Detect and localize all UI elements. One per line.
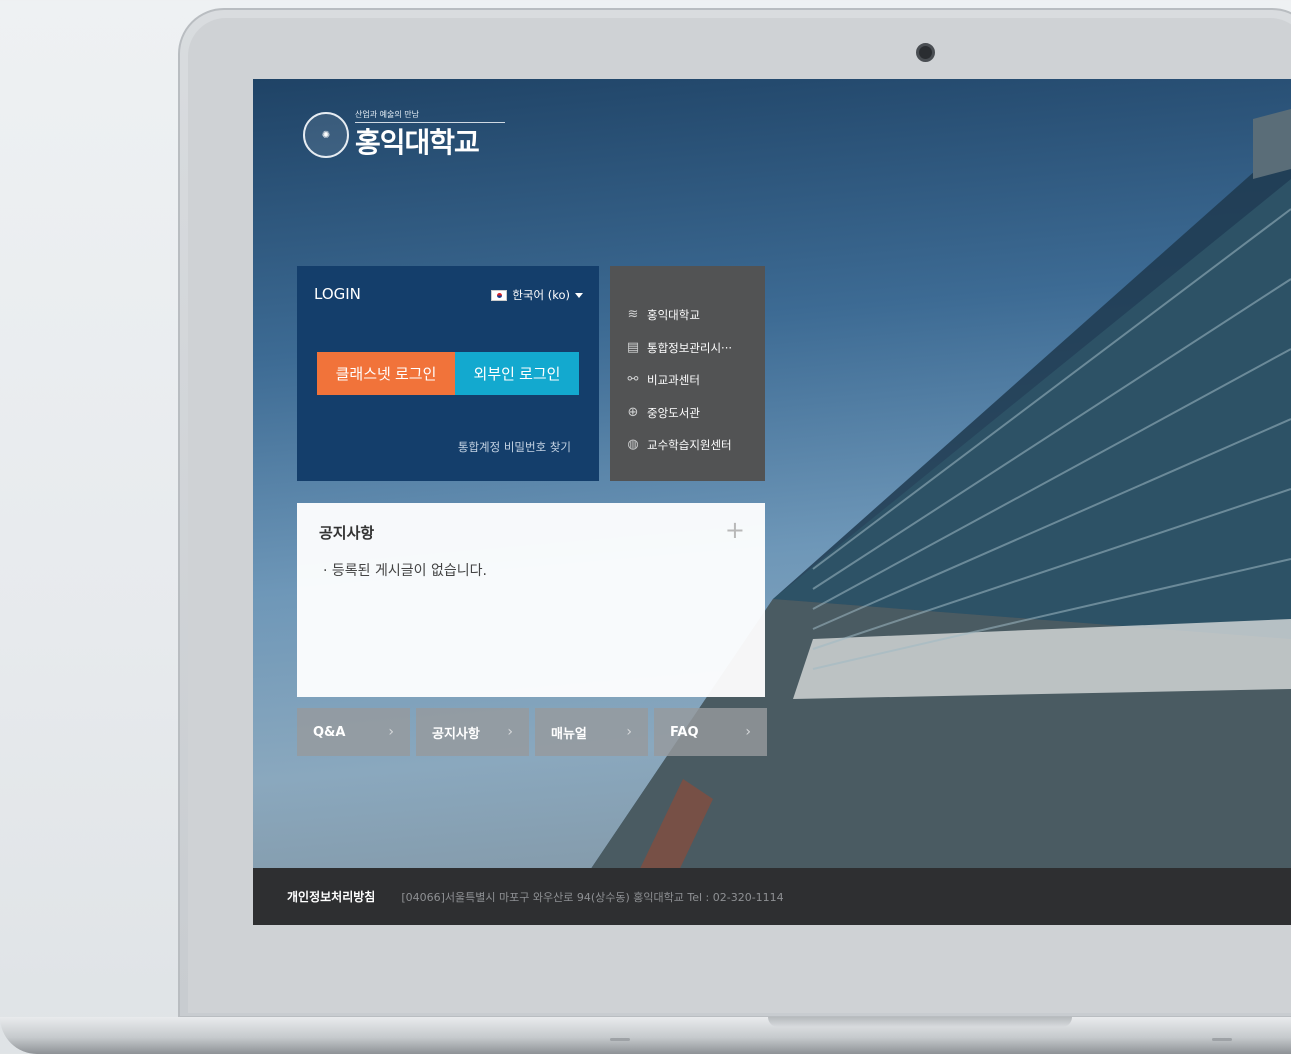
caret-down-icon (575, 292, 583, 298)
notice-panel: 공지사항 + · 등록된 게시글이 없습니다. (297, 503, 765, 697)
faq-label: FAQ (670, 724, 699, 740)
chevron-right-icon: › (507, 724, 513, 740)
chevron-right-icon: › (388, 724, 394, 740)
notice-empty-message: · 등록된 게시글이 없습니다. (323, 563, 487, 579)
quick-link-hongik[interactable]: ≋ 홍익대학교 (625, 299, 765, 332)
plus-icon[interactable]: + (725, 518, 745, 542)
laptop-base (0, 1017, 1291, 1054)
find-password-link[interactable]: 통합계정 비밀번호 찾기 (458, 439, 571, 455)
notice-button[interactable]: 공지사항 › (416, 708, 529, 756)
footer: 개인정보처리방침 [04066]서울특별시 마포구 와우산로 94(상수동) 홍… (253, 868, 1291, 925)
qna-label: Q&A (313, 724, 346, 740)
screen: ✺ 산업과 예술의 만남 홍익대학교 LOGIN 한국어 (ko) 클래스넷 로… (253, 79, 1291, 925)
globe-icon: ◍ (627, 437, 639, 453)
login-title: LOGIN (314, 285, 361, 303)
laptop-foot (610, 1038, 630, 1041)
quick-link-info-system[interactable]: ▤ 통합정보관리시··· (625, 332, 765, 365)
laptop-hinge (768, 1017, 1072, 1027)
privacy-policy-link[interactable]: 개인정보처리방침 (287, 888, 375, 905)
quick-link-library[interactable]: ⊕ 중앙도서관 (625, 397, 765, 430)
quick-link-teaching-center[interactable]: ◍ 교수학습지원센터 (625, 429, 765, 462)
notice-label: 공지사항 (432, 726, 480, 742)
language-label: 한국어 (ko) (512, 288, 570, 302)
korea-flag-icon (491, 289, 508, 301)
quick-link-label: 중앙도서관 (647, 405, 700, 420)
faq-button[interactable]: FAQ › (654, 708, 767, 756)
logo-name: 홍익대학교 (355, 126, 480, 159)
quick-link-extracurricular[interactable]: ⚯ 비교과센터 (625, 364, 765, 397)
quick-link-label: 통합정보관리시··· (647, 340, 733, 355)
manual-button[interactable]: 매뉴얼 › (535, 708, 648, 756)
footer-address: [04066]서울특별시 마포구 와우산로 94(상수동) 홍익대학교 Tel … (401, 890, 784, 904)
chevron-right-icon: › (745, 724, 751, 740)
quick-link-label: 교수학습지원센터 (647, 438, 732, 453)
login-panel: LOGIN 한국어 (ko) 클래스넷 로그인 외부인 로그인 통합계정 비밀번… (297, 266, 599, 481)
calendar-icon: ▤ (626, 339, 640, 355)
layers-icon: ≋ (627, 307, 639, 323)
quick-link-label: 비교과센터 (647, 373, 700, 388)
quick-links-panel: ≋ 홍익대학교 ▤ 통합정보관리시··· ⚯ 비교과센터 ⊕ 중앙도서관 ◍ 교… (610, 266, 765, 481)
language-select[interactable]: 한국어 (ko) (491, 287, 583, 303)
qna-button[interactable]: Q&A › (297, 708, 410, 756)
bottom-buttons: Q&A › 공지사항 › 매뉴얼 › FAQ › (297, 708, 767, 756)
chevron-right-icon: › (626, 724, 632, 740)
manual-label: 매뉴얼 (551, 726, 587, 742)
university-logo[interactable]: ✺ 산업과 예술의 만남 홍익대학교 (303, 109, 505, 161)
emblem-icon: ✺ (303, 112, 349, 158)
camera-icon (916, 43, 935, 62)
notice-title: 공지사항 (319, 524, 375, 542)
quick-link-label: 홍익대학교 (647, 308, 700, 323)
building-illustration (553, 109, 1291, 925)
crosshair-icon: ⊕ (627, 404, 639, 420)
external-login-button[interactable]: 외부인 로그인 (455, 352, 579, 395)
classnet-login-button[interactable]: 클래스넷 로그인 (317, 352, 455, 395)
link-icon: ⚯ (627, 372, 639, 388)
laptop-foot (1212, 1038, 1232, 1041)
